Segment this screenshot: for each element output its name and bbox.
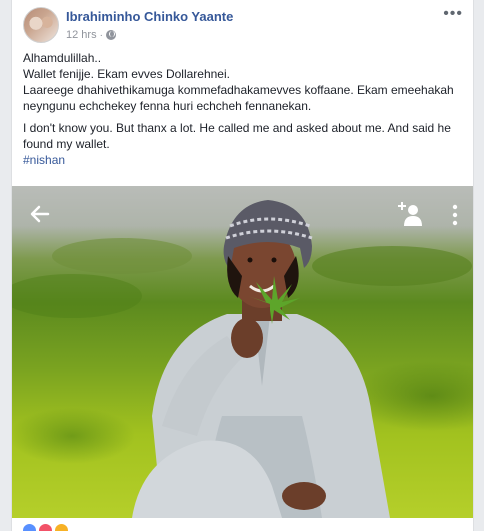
- timestamp[interactable]: 12 hrs: [66, 29, 97, 41]
- post-photo[interactable]: [12, 186, 473, 518]
- haha-icon: [54, 523, 69, 531]
- arrow-left-icon[interactable]: [28, 202, 52, 226]
- author-avatar[interactable]: [23, 7, 59, 43]
- meta-separator: ·: [99, 29, 103, 41]
- reaction-summary[interactable]: [22, 523, 69, 531]
- vertical-dots-icon[interactable]: [452, 204, 458, 226]
- add-person-icon[interactable]: [398, 200, 422, 228]
- hashtag-link[interactable]: #nishan: [23, 152, 463, 168]
- like-icon: [22, 523, 37, 531]
- photo-subject: [12, 200, 472, 518]
- page-margin: [474, 0, 484, 531]
- post-line: Wallet fenijje. Ekam evves Dollarehnei.: [23, 67, 230, 81]
- author-name[interactable]: Ibrahiminho Chinko Yaante: [66, 9, 233, 24]
- post-line: Laareege dhahivethikamuga kommefadhakame…: [23, 83, 454, 113]
- ellipsis-icon[interactable]: •••: [443, 6, 463, 22]
- post-paragraph: I don't know you. But thanx a lot. He ca…: [23, 121, 451, 151]
- post-meta: 12 hrs ·: [66, 29, 116, 41]
- post-card: Ibrahiminho Chinko Yaante 12 hrs · ••• A…: [11, 0, 474, 531]
- post-text: Alhamdulillah.. Wallet fenijje. Ekam evv…: [23, 50, 463, 168]
- post-line: Alhamdulillah..: [23, 51, 102, 65]
- post-header: Ibrahiminho Chinko Yaante 12 hrs · •••: [12, 0, 473, 44]
- globe-icon[interactable]: [105, 30, 116, 40]
- love-icon: [38, 523, 53, 531]
